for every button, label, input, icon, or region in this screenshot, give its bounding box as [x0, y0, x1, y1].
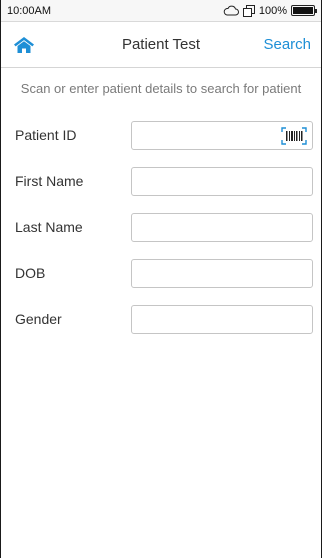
- form-row-last-name: Last Name: [1, 204, 321, 250]
- instruction-text: Scan or enter patient details to search …: [20, 81, 302, 96]
- status-bar: 10:00AM 100%: [1, 0, 321, 22]
- first-name-field-box: [131, 166, 313, 196]
- form-row-gender: Gender: [1, 296, 321, 342]
- battery-icon: [291, 5, 317, 16]
- form-row-dob: DOB: [1, 250, 321, 296]
- gender-input[interactable]: [132, 305, 312, 333]
- patient-search-form: Patient ID First Name Last Name DOB Gend…: [1, 112, 321, 342]
- dob-label: DOB: [15, 265, 46, 281]
- cloud-icon: [223, 5, 239, 16]
- first-name-input[interactable]: [132, 167, 312, 195]
- form-row-patient-id: Patient ID: [1, 112, 321, 158]
- scan-barcode-button[interactable]: [280, 126, 308, 146]
- barcode-scan-icon: [281, 126, 307, 145]
- last-name-input[interactable]: [132, 213, 312, 241]
- dob-field-box: [131, 258, 313, 288]
- search-button[interactable]: Search: [263, 36, 311, 53]
- gender-field-box: [131, 304, 313, 334]
- form-row-first-name: First Name: [1, 158, 321, 204]
- dob-input[interactable]: [132, 259, 312, 287]
- home-button[interactable]: [11, 32, 37, 58]
- battery-percent: 100%: [258, 4, 287, 17]
- status-time: 10:00AM: [7, 4, 52, 17]
- nav-bar: Patient Test Search: [1, 22, 321, 68]
- patient-id-field-box: [131, 120, 313, 150]
- last-name-label: Last Name: [15, 219, 83, 235]
- sync-icon: [242, 4, 255, 17]
- home-icon: [14, 36, 34, 53]
- last-name-field-box: [131, 212, 313, 242]
- patient-id-label: Patient ID: [15, 127, 77, 143]
- first-name-label: First Name: [15, 173, 84, 189]
- gender-label: Gender: [15, 311, 62, 327]
- status-icons: 100%: [223, 4, 317, 17]
- app-screen: 10:00AM 100% Patient Test Search Scan or…: [0, 0, 322, 558]
